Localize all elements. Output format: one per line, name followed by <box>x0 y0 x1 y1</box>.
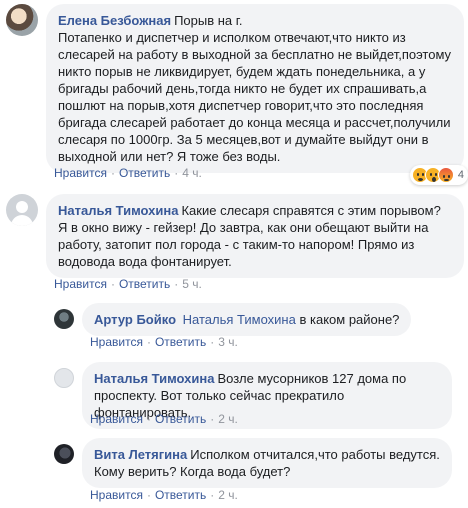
reply-button[interactable]: Ответить <box>119 166 170 180</box>
comment-bubble: Артур Бойко Наталья Тимохина в каком рай… <box>82 303 412 336</box>
comment-text: Я в окно вижу - гейзер! До завтра, как о… <box>58 220 429 269</box>
separator-dot: · <box>146 412 151 426</box>
like-button[interactable]: Нравится <box>54 166 107 180</box>
separator-dot: · <box>174 277 179 291</box>
separator-dot: · <box>146 488 151 502</box>
mention-link[interactable]: Наталья Тимохина <box>183 312 296 327</box>
comment-author[interactable]: Елена Безбожная <box>58 13 171 28</box>
separator-dot: · <box>174 166 179 180</box>
separator-dot: · <box>146 335 151 349</box>
reply-button[interactable]: Ответить <box>119 277 170 291</box>
separator-dot: · <box>210 488 215 502</box>
reply-button[interactable]: Ответить <box>155 488 206 502</box>
separator-dot: · <box>210 412 215 426</box>
separator-dot: · <box>210 335 215 349</box>
comment-author[interactable]: Наталья Тимохина <box>94 371 214 386</box>
reply-3: Вита Летягина Исполком отчитался,что рабо… <box>54 438 452 488</box>
reaction-count: 4 <box>457 168 464 181</box>
reply-1: Артур Бойко Наталья Тимохина в каком рай… <box>54 303 412 336</box>
like-button[interactable]: Нравится <box>90 488 143 502</box>
comment-bubble: Вита Летягина Исполком отчитался,что рабо… <box>82 438 452 488</box>
comment-actions: Нравится · Ответить · 4 ч. <box>54 166 202 180</box>
timestamp[interactable]: 4 ч. <box>182 166 202 180</box>
comment-actions: Нравится · Ответить · 2 ч. <box>90 412 238 426</box>
avatar-elena[interactable] <box>6 4 38 36</box>
like-button[interactable]: Нравится <box>90 412 143 426</box>
default-avatar-icon[interactable] <box>6 194 38 226</box>
comment-2: Наталья Тимохина Какие слесаря справятся … <box>6 194 464 278</box>
like-button[interactable]: Нравится <box>54 277 107 291</box>
comment-author[interactable]: Артур Бойко <box>94 312 176 327</box>
comment-text: Исполком отчитался,что работы ведутся. <box>190 447 440 462</box>
reply-button[interactable]: Ответить <box>155 335 206 349</box>
comment-bubble: Елена Безбожная Порыв на г. Потапенко и д… <box>46 4 468 185</box>
avatar-artur[interactable] <box>54 309 74 329</box>
avatar-vita[interactable] <box>54 444 74 464</box>
comment-bubble: Наталья Тимохина Какие слесаря справятся … <box>46 194 464 278</box>
comment-text: Какие слесаря справятся с этим порывом? <box>181 203 441 218</box>
comment-actions: Нравится · Ответить · 2 ч. <box>90 488 238 502</box>
comment-text: Порыв на г. <box>174 13 243 28</box>
like-button[interactable]: Нравится <box>90 335 143 349</box>
comment-text: в каком районе? <box>299 312 400 327</box>
reply-button[interactable]: Ответить <box>155 412 206 426</box>
separator-dot: · <box>110 277 115 291</box>
comment-actions: Нравится · Ответить · 3 ч. <box>90 335 238 349</box>
timestamp[interactable]: 2 ч. <box>218 412 238 426</box>
angry-reaction-icon <box>437 167 454 183</box>
comment-1: Елена Безбожная Порыв на г. Потапенко и д… <box>6 4 468 185</box>
comment-author[interactable]: Вита Летягина <box>94 447 187 462</box>
reactions-summary[interactable]: 4 <box>409 165 468 185</box>
timestamp[interactable]: 5 ч. <box>182 277 202 291</box>
comment-text: Возле мусорников 127 дома по <box>217 371 407 386</box>
separator-dot: · <box>110 166 115 180</box>
comment-actions: Нравится · Ответить · 5 ч. <box>54 277 202 291</box>
timestamp[interactable]: 2 ч. <box>218 488 238 502</box>
timestamp[interactable]: 3 ч. <box>218 335 238 349</box>
avatar-natalya[interactable] <box>54 368 74 388</box>
comment-text: Кому верить? Когда вода будет? <box>94 464 291 479</box>
comment-text: Потапенко и диспетчер и исполком отвечаю… <box>58 30 452 164</box>
comment-author[interactable]: Наталья Тимохина <box>58 203 178 218</box>
